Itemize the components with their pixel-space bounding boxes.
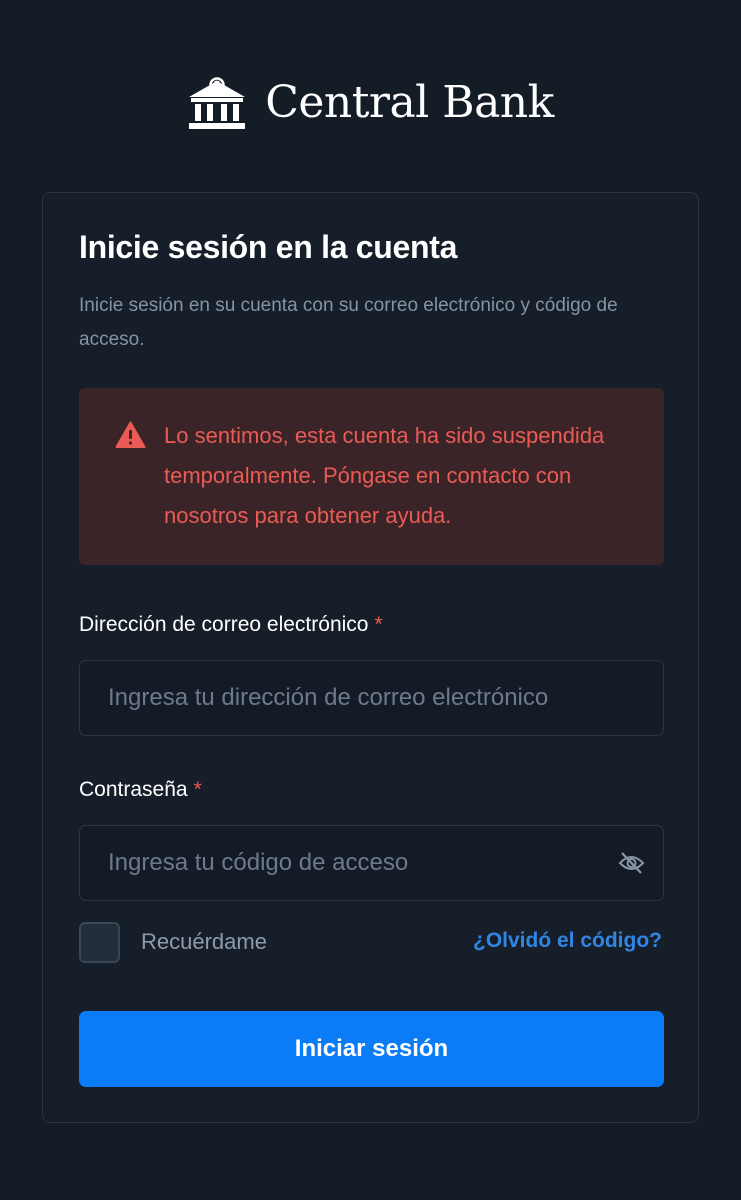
page-title: Inicie sesión en la cuenta [79,229,458,265]
email-label: Dirección de correo electrónico * [79,613,383,637]
warning-triangle-icon [115,421,146,448]
email-label-text: Dirección de correo electrónico [79,613,369,636]
password-label: Contraseña * [79,778,202,802]
error-alert: Lo sentimos, esta cuenta ha sido suspend… [79,388,664,565]
password-required-mark: * [193,778,202,801]
eye-slash-icon[interactable] [618,851,645,875]
email-required-mark: * [374,613,383,636]
brand-header: Central Bank [0,72,741,132]
brand-name: Central Bank [265,76,554,128]
email-field[interactable] [108,661,608,735]
password-field[interactable] [108,826,608,900]
password-label-text: Contraseña [79,778,188,801]
password-field-box [79,825,664,901]
login-card: Inicie sesión en la cuenta Inicie sesión… [42,192,699,1123]
forgot-code-link[interactable]: ¿Olvidó el código? [473,929,662,953]
bank-building-icon [189,77,246,129]
remember-me-checkbox[interactable] [79,922,120,963]
email-field-box [79,660,664,736]
remember-me-label: Recuérdame [141,929,267,954]
error-alert-message: Lo sentimos, esta cuenta ha sido suspend… [164,423,605,528]
page-subtitle: Inicie sesión en su cuenta con su correo… [79,295,618,350]
sign-in-button[interactable]: Iniciar sesión [79,1011,664,1087]
